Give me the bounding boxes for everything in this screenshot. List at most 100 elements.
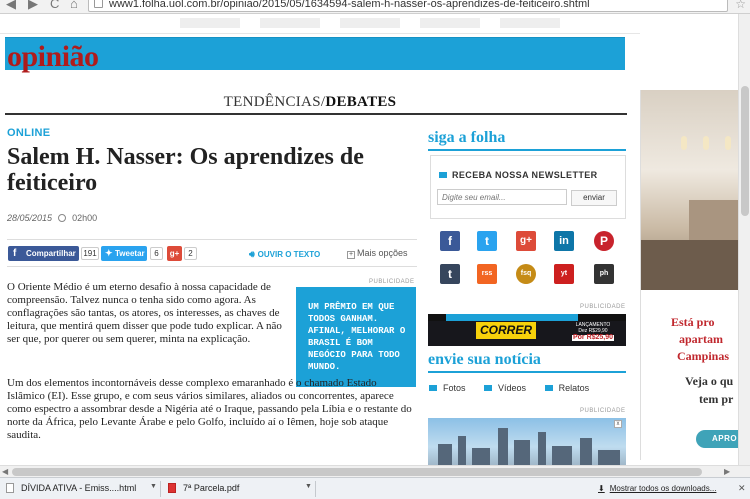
send-reports-label: Relatos [558, 383, 590, 393]
correr-ad-banner[interactable]: CORRER LANÇAMENTO Dez R$29,90 Por R$25,9… [428, 314, 626, 346]
ad-line: tem pr [699, 392, 734, 406]
send-photos-label: Fotos [443, 383, 466, 393]
ad-line: Veja o qu [685, 374, 734, 388]
horizontal-scrollbar[interactable]: ◀ ▶ [0, 465, 750, 477]
lamp-shape [703, 136, 709, 150]
strip-item [260, 18, 320, 28]
facebook-icon[interactable]: f [440, 231, 460, 251]
horizontal-scroll-thumb[interactable] [12, 468, 702, 476]
download-item[interactable]: 7ª Parcela.pdf [168, 483, 239, 493]
facebook-share-button[interactable]: f Compartilhar [8, 246, 79, 261]
reload-icon[interactable]: C [50, 0, 59, 11]
facebook-icon: f [13, 248, 17, 259]
strip-item [500, 18, 560, 28]
building [598, 450, 620, 466]
download-item[interactable]: DÍVIDA ATIVA - Emiss....html [6, 483, 136, 493]
follow-heading: siga a folha [428, 129, 506, 146]
ad-label: PUBLICIDADE [580, 408, 626, 414]
sidebar-rule [428, 371, 626, 373]
speaker-icon: 🔊︎ [249, 249, 255, 259]
twitter-bird-icon: ✦ [105, 248, 113, 258]
article-paragraph: O Oriente Médio é um eterno desafio à no… [7, 281, 282, 345]
subsection-title[interactable]: TENDÊNCIAS/DEBATES [200, 94, 420, 111]
ad-close-icon[interactable]: x [614, 420, 622, 428]
browser-toolbar: ◀ ▶ C ⌂ www1.folha.uol.com.br/opiniao/20… [0, 0, 750, 14]
rss-icon[interactable]: rss [477, 264, 497, 284]
send-photos-link[interactable]: Fotos [429, 383, 466, 393]
send-news-heading[interactable]: envie sua notícia [428, 351, 541, 369]
plus-icon: + [347, 251, 355, 259]
lamp-shape [681, 136, 687, 150]
listen-button[interactable]: 🔊︎ OUVIR O TEXTO [249, 249, 320, 260]
newsletter-box: RECEBA NOSSA NEWSLETTER enviar [430, 155, 626, 219]
promo-ad[interactable]: Um prêmio em que todos ganham. Afinal, m… [296, 287, 416, 387]
clock-icon [57, 214, 66, 222]
google-plus-icon[interactable]: g+ [516, 231, 536, 251]
page-icon [94, 0, 103, 8]
pinterest-icon[interactable]: P [594, 231, 614, 251]
envelope-icon [439, 172, 447, 178]
ad-label: PUBLICIDADE [580, 304, 626, 310]
article-headline: Salem H. Nasser: Os aprendizes de feitic… [7, 144, 364, 196]
building [438, 444, 452, 466]
sidebar-rule [428, 149, 626, 151]
strip-item [180, 18, 240, 28]
right-side-ad[interactable]: Está pro apartam Campinas Veja o qu tem … [640, 90, 750, 460]
building [538, 432, 546, 466]
article-meta: 28/05/2015 02h00 [7, 213, 97, 223]
ad-correr-word: CORRER [476, 322, 537, 339]
foursquare-icon[interactable]: fsq [516, 264, 536, 284]
facebook-share-count: 191 [81, 247, 99, 260]
close-icon[interactable]: ✕ [738, 483, 746, 494]
newsletter-send-button[interactable]: enviar [571, 190, 617, 206]
article-kicker[interactable]: ONLINE [7, 127, 50, 139]
google-plus-share-button[interactable]: g+ [167, 246, 182, 261]
camera-icon [429, 385, 437, 391]
ad-photo [641, 90, 750, 290]
linkedin-icon[interactable]: in [554, 231, 574, 251]
ad-price: Por R$25,90 [572, 334, 614, 341]
newsletter-title-text: RECEBA NOSSA NEWSLETTER [452, 170, 598, 180]
chevron-down-icon[interactable]: ▼ [150, 483, 157, 490]
site-top-strip [0, 14, 640, 34]
subsection-prefix: TENDÊNCIAS/ [223, 94, 326, 110]
address-bar[interactable]: www1.folha.uol.com.br/opiniao/2015/05/16… [88, 0, 728, 12]
vertical-scroll-thumb[interactable] [741, 86, 749, 216]
back-arrow-icon[interactable]: ◀ [6, 0, 16, 12]
mobile-icon[interactable]: ph [594, 264, 614, 284]
google-plus-share-count: 2 [184, 247, 197, 260]
vertical-scrollbar[interactable] [738, 14, 750, 465]
subsection-bold: DEBATES [325, 94, 397, 110]
bookmark-star-icon[interactable]: ☆ [735, 0, 746, 11]
section-title[interactable]: opinião [7, 40, 99, 74]
pdf-file-icon [168, 483, 176, 493]
twitter-share-count: 6 [150, 247, 163, 260]
article-time: 02h00 [72, 213, 98, 223]
download-arrow-icon: ⬇ [598, 484, 605, 493]
chevron-down-icon[interactable]: ▼ [305, 483, 312, 490]
article-date: 28/05/2015 [7, 213, 53, 223]
twitter-icon[interactable]: t [477, 231, 497, 251]
show-all-label: Mostrar todos os downloads... [609, 484, 717, 493]
more-options-button[interactable]: + Mais opções [347, 248, 408, 259]
ad-label: PUBLICIDADE [369, 279, 415, 285]
forward-arrow-icon[interactable]: ▶ [28, 0, 38, 12]
strip-item [340, 18, 400, 28]
tumblr-icon[interactable]: t [440, 264, 460, 284]
building [514, 440, 530, 466]
city-ad-image[interactable]: x [428, 418, 626, 466]
youtube-icon[interactable]: yt [554, 264, 574, 284]
counter-shape [641, 240, 750, 290]
video-icon [484, 385, 493, 391]
download-name: DÍVIDA ATIVA - Emiss....html [21, 483, 137, 493]
newsletter-email-input[interactable] [437, 189, 567, 205]
send-videos-link[interactable]: Vídeos [484, 383, 526, 393]
share-bar: f Compartilhar 191 ✦ Tweetar 6 g+ 2 🔊︎ OU… [7, 239, 417, 267]
facebook-share-label: Compartilhar [26, 249, 76, 258]
home-icon[interactable]: ⌂ [70, 0, 78, 11]
building [472, 448, 490, 466]
show-all-downloads-link[interactable]: ⬇ Mostrar todos os downloads... [598, 484, 716, 493]
send-news-links: Fotos Vídeos Relatos [429, 383, 605, 393]
send-reports-link[interactable]: Relatos [544, 383, 590, 393]
twitter-share-button[interactable]: ✦ Tweetar [101, 246, 147, 261]
